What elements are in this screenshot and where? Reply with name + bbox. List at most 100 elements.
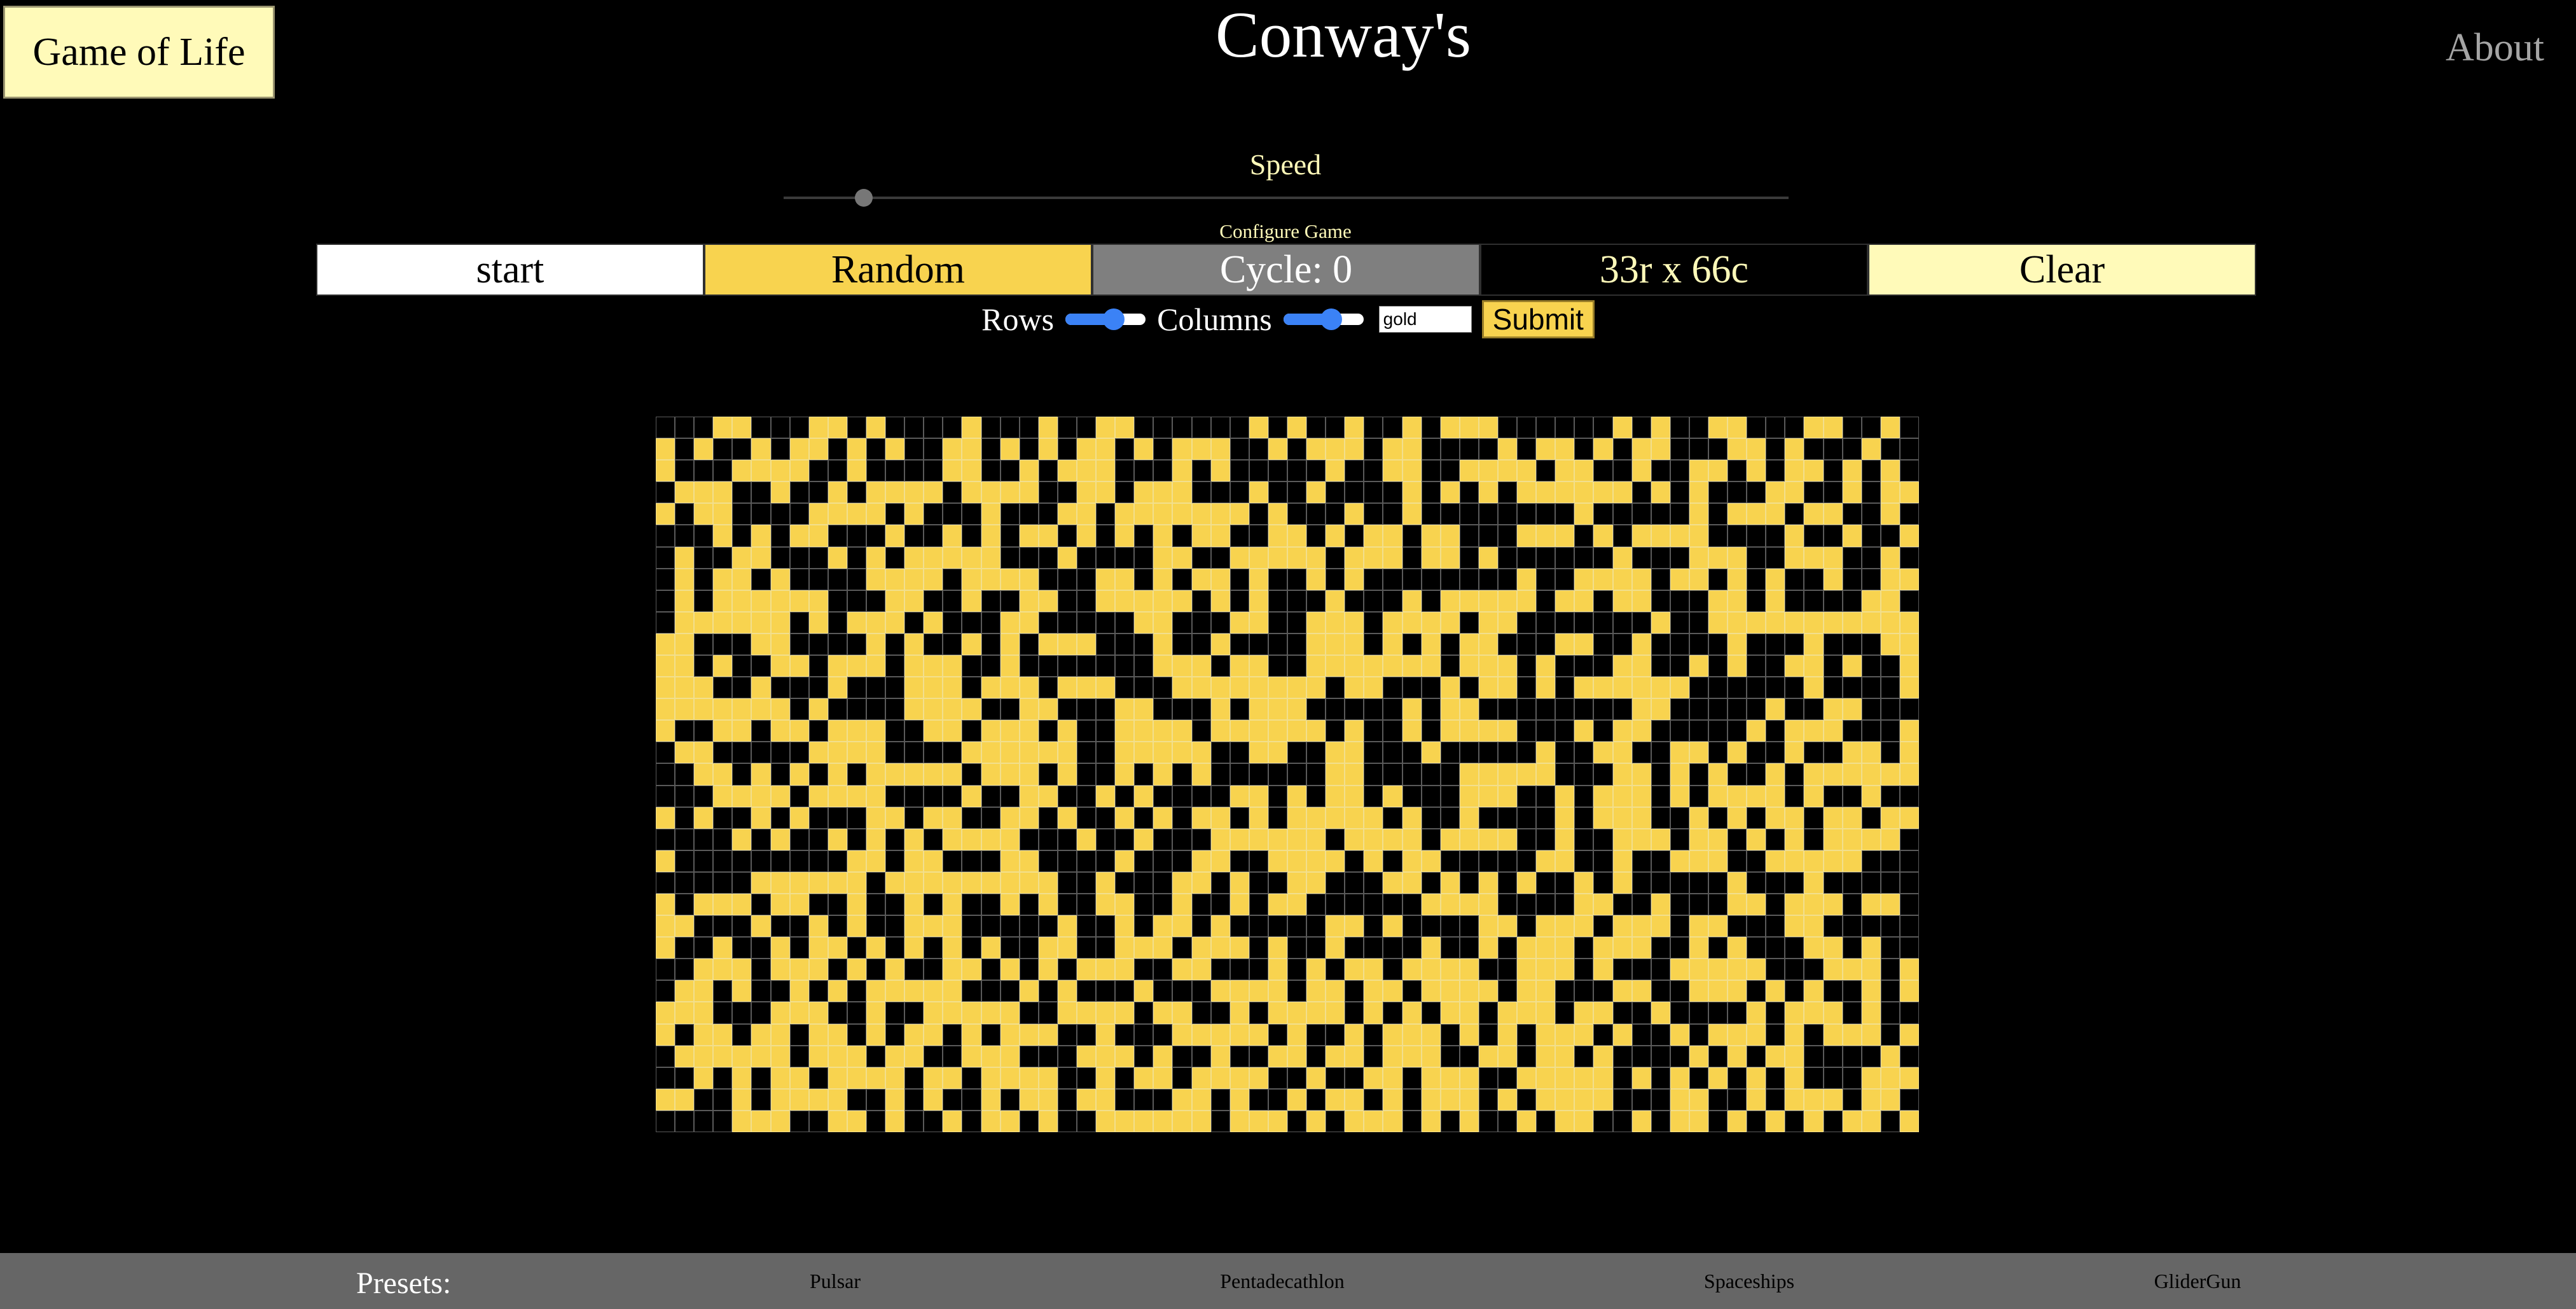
grid-cell[interactable] — [1555, 785, 1575, 807]
grid-cell[interactable] — [1057, 633, 1077, 655]
grid-cell[interactable] — [1498, 937, 1518, 959]
grid-cell[interactable] — [732, 828, 752, 850]
grid-cell[interactable] — [1096, 1023, 1116, 1046]
grid-cell[interactable] — [866, 742, 886, 764]
grid-cell[interactable] — [1766, 1088, 1785, 1111]
grid-cell[interactable] — [1440, 937, 1460, 959]
grid-cell[interactable] — [1345, 915, 1364, 938]
grid-cell[interactable] — [1593, 590, 1613, 612]
grid-cell[interactable] — [1326, 893, 1345, 916]
grid-cell[interactable] — [675, 785, 695, 807]
grid-cell[interactable] — [1459, 893, 1479, 916]
grid-cell[interactable] — [828, 1023, 847, 1046]
grid-cell[interactable] — [943, 980, 962, 1002]
grid-cell[interactable] — [808, 590, 828, 612]
grid-cell[interactable] — [694, 417, 714, 439]
grid-cell[interactable] — [924, 1045, 943, 1067]
grid-cell[interactable] — [1096, 417, 1116, 439]
grid-cell[interactable] — [1077, 481, 1097, 504]
grid-cell[interactable] — [675, 654, 695, 677]
grid-cell[interactable] — [828, 460, 847, 482]
grid-cell[interactable] — [1191, 633, 1211, 655]
grid-cell[interactable] — [1057, 1110, 1077, 1132]
grid-cell[interactable] — [1670, 871, 1689, 894]
grid-cell[interactable] — [1115, 850, 1135, 872]
grid-cell[interactable] — [675, 633, 695, 655]
grid-cell[interactable] — [732, 763, 752, 786]
grid-cell[interactable] — [866, 763, 886, 786]
grid-cell[interactable] — [1747, 417, 1766, 439]
grid-cell[interactable] — [1574, 807, 1594, 829]
grid-cell[interactable] — [1115, 937, 1135, 959]
grid-cell[interactable] — [1823, 1088, 1843, 1111]
grid-cell[interactable] — [1402, 915, 1422, 938]
grid-cell[interactable] — [1306, 525, 1326, 547]
grid-cell[interactable] — [1498, 1067, 1518, 1089]
grid-cell[interactable] — [1555, 611, 1575, 634]
grid-cell[interactable] — [1134, 807, 1154, 829]
grid-cell[interactable] — [1402, 1110, 1422, 1132]
grid-cell[interactable] — [1268, 1110, 1287, 1132]
grid-cell[interactable] — [1766, 611, 1785, 634]
grid-cell[interactable] — [1000, 720, 1020, 742]
grid-cell[interactable] — [1478, 460, 1498, 482]
grid-cell[interactable] — [1517, 417, 1537, 439]
grid-cell[interactable] — [1670, 1023, 1689, 1046]
grid-cell[interactable] — [1651, 590, 1670, 612]
grid-cell[interactable] — [866, 1110, 886, 1132]
grid-cell[interactable] — [1019, 654, 1039, 677]
grid-cell[interactable] — [1115, 438, 1135, 461]
grid-cell[interactable] — [1326, 1023, 1345, 1046]
grid-cell[interactable] — [694, 481, 714, 504]
grid-cell[interactable] — [808, 828, 828, 850]
grid-cell[interactable] — [1785, 850, 1804, 872]
grid-cell[interactable] — [713, 654, 733, 677]
grid-cell[interactable] — [1191, 980, 1211, 1002]
grid-cell[interactable] — [924, 871, 943, 894]
grid-cell[interactable] — [1555, 460, 1575, 482]
grid-cell[interactable] — [866, 1067, 886, 1089]
grid-cell[interactable] — [1728, 503, 1747, 525]
grid-cell[interactable] — [1096, 438, 1116, 461]
grid-cell[interactable] — [751, 871, 771, 894]
grid-cell[interactable] — [1191, 807, 1211, 829]
grid-cell[interactable] — [1689, 698, 1708, 721]
grid-cell[interactable] — [847, 937, 866, 959]
grid-cell[interactable] — [1019, 503, 1039, 525]
grid-cell[interactable] — [751, 1002, 771, 1024]
grid-cell[interactable] — [1823, 503, 1843, 525]
grid-cell[interactable] — [1402, 633, 1422, 655]
grid-cell[interactable] — [1899, 893, 1919, 916]
grid-cell[interactable] — [1326, 1067, 1345, 1089]
grid-cell[interactable] — [1057, 937, 1077, 959]
grid-cell[interactable] — [1210, 654, 1230, 677]
grid-cell[interactable] — [962, 438, 981, 461]
grid-cell[interactable] — [1823, 568, 1843, 590]
grid-cell[interactable] — [1785, 828, 1804, 850]
grid-cell[interactable] — [943, 654, 962, 677]
grid-cell[interactable] — [1019, 828, 1039, 850]
grid-cell[interactable] — [962, 850, 981, 872]
grid-cell[interactable] — [1842, 438, 1862, 461]
grid-cell[interactable] — [1057, 763, 1077, 786]
grid-cell[interactable] — [1478, 633, 1498, 655]
grid-cell[interactable] — [1880, 937, 1900, 959]
grid-cell[interactable] — [1229, 1002, 1249, 1024]
grid-cell[interactable] — [904, 611, 924, 634]
grid-cell[interactable] — [1191, 893, 1211, 916]
grid-cell[interactable] — [1670, 763, 1689, 786]
grid-cell[interactable] — [1880, 1002, 1900, 1024]
grid-cell[interactable] — [1306, 611, 1326, 634]
grid-cell[interactable] — [675, 438, 695, 461]
grid-cell[interactable] — [1421, 1023, 1441, 1046]
grid-cell[interactable] — [1268, 698, 1287, 721]
grid-cell[interactable] — [962, 417, 981, 439]
grid-cell[interactable] — [1210, 828, 1230, 850]
grid-cell[interactable] — [962, 568, 981, 590]
grid-cell[interactable] — [1631, 481, 1651, 504]
grid-cell[interactable] — [981, 893, 1001, 916]
grid-cell[interactable] — [1019, 525, 1039, 547]
grid-cell[interactable] — [1498, 633, 1518, 655]
grid-cell[interactable] — [1612, 915, 1632, 938]
grid-cell[interactable] — [751, 677, 771, 699]
